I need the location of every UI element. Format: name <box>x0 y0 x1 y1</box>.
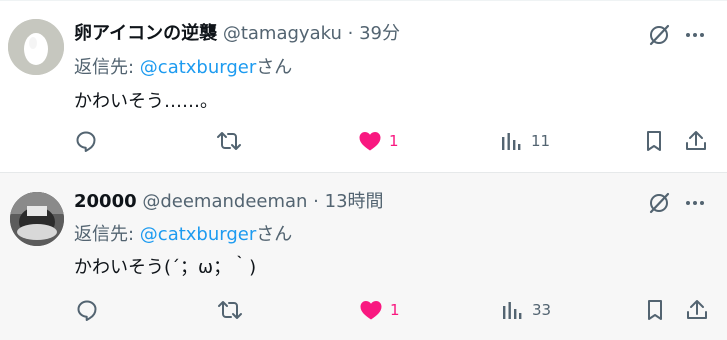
grok-icon[interactable] <box>647 191 671 215</box>
post[interactable]: 卵アイコンの逆襲 @tamagyaku · 39分 返信先: @catxburg… <box>0 0 727 171</box>
avatar[interactable] <box>8 19 64 75</box>
reply-context: 返信先: @catxburgerさん <box>74 224 292 246</box>
separator: · <box>307 191 325 212</box>
action-bar: 1 11 <box>0 128 727 154</box>
views-icon[interactable] <box>501 299 523 321</box>
more-icon[interactable] <box>685 27 705 43</box>
separator: · <box>341 23 360 44</box>
display-name[interactable]: 20000 <box>74 191 137 212</box>
reply-icon[interactable] <box>75 298 99 322</box>
timestamp[interactable]: 39分 <box>359 23 400 44</box>
repost-icon[interactable] <box>217 298 243 322</box>
action-bar: 1 33 <box>0 297 727 323</box>
handle[interactable]: @tamagyaku <box>223 23 342 44</box>
post-text: かわいそう……。 <box>74 91 218 112</box>
view-count[interactable]: 33 <box>532 300 551 320</box>
share-icon[interactable] <box>684 129 708 153</box>
timestamp[interactable]: 13時間 <box>325 191 384 212</box>
reply-mention-link[interactable]: @catxburger <box>140 224 256 245</box>
post-text: かわいそう(´；ω；｀) <box>74 257 257 278</box>
more-icon[interactable] <box>685 195 705 211</box>
reply-icon[interactable] <box>74 129 98 153</box>
reply-mention-link[interactable]: @catxburger <box>140 57 256 78</box>
reply-context: 返信先: @catxburgerさん <box>74 57 292 79</box>
avatar[interactable] <box>10 192 64 246</box>
like-icon[interactable] <box>359 299 383 321</box>
reply-suffix: さん <box>256 224 293 245</box>
reply-suffix: さん <box>256 57 293 78</box>
display-name[interactable]: 卵アイコンの逆襲 <box>74 23 217 44</box>
post[interactable]: 20000 @deemandeeman · 13時間 返信先: @catxbur… <box>0 172 727 340</box>
like-icon[interactable] <box>358 130 382 152</box>
reply-prefix: 返信先: <box>74 224 140 245</box>
bookmark-icon[interactable] <box>644 129 664 153</box>
views-icon[interactable] <box>500 130 522 152</box>
bookmark-icon[interactable] <box>645 298 665 322</box>
repost-icon[interactable] <box>216 129 242 153</box>
like-count[interactable]: 1 <box>390 300 400 320</box>
post-header: 卵アイコンの逆襲 @tamagyaku · 39分 <box>74 23 400 45</box>
post-header: 20000 @deemandeeman · 13時間 <box>74 191 384 213</box>
grok-icon[interactable] <box>647 23 671 47</box>
reply-prefix: 返信先: <box>74 57 140 78</box>
like-count[interactable]: 1 <box>389 131 399 151</box>
handle[interactable]: @deemandeeman <box>142 191 307 212</box>
view-count[interactable]: 11 <box>531 131 550 151</box>
share-icon[interactable] <box>685 298 709 322</box>
